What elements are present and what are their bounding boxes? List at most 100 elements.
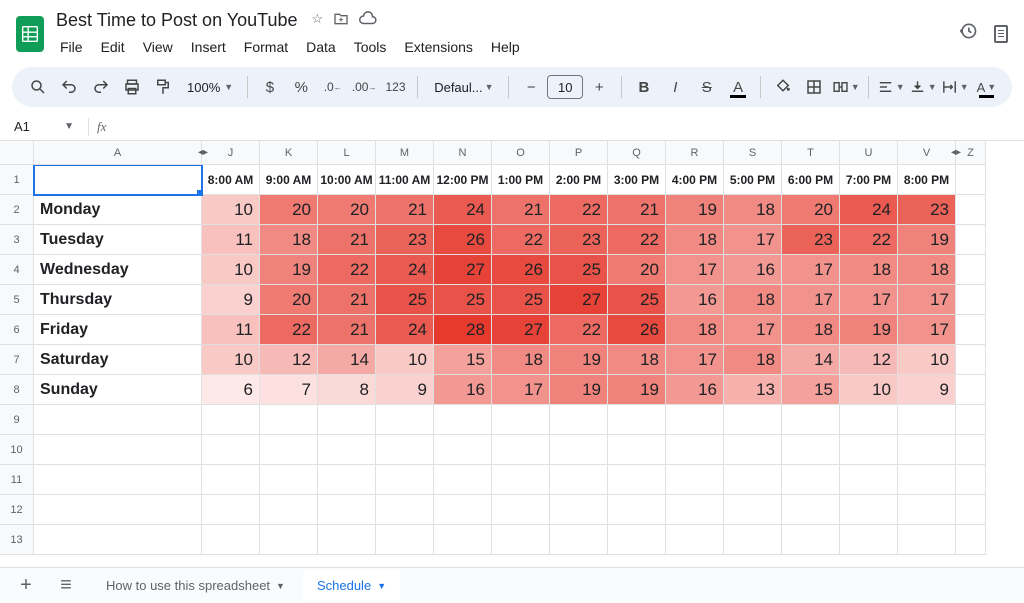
cell-R11[interactable]: [666, 465, 724, 495]
cell-L4[interactable]: 22: [318, 255, 376, 285]
cell-V3[interactable]: 19: [898, 225, 956, 255]
sheets-logo[interactable]: [16, 16, 44, 52]
cell-A7[interactable]: Saturday: [34, 345, 202, 375]
cell-Q4[interactable]: 20: [608, 255, 666, 285]
cell-M10[interactable]: [376, 435, 434, 465]
fill-color-button[interactable]: [769, 73, 796, 101]
cell-Q6[interactable]: 26: [608, 315, 666, 345]
cell-Q7[interactable]: 18: [608, 345, 666, 375]
cell-U9[interactable]: [840, 405, 898, 435]
cell-J4[interactable]: 10: [202, 255, 260, 285]
cell-Z12[interactable]: [956, 495, 986, 525]
cell-U7[interactable]: 12: [840, 345, 898, 375]
cell-J12[interactable]: [202, 495, 260, 525]
cell-S10[interactable]: [724, 435, 782, 465]
redo-button[interactable]: [87, 73, 114, 101]
cell-R10[interactable]: [666, 435, 724, 465]
cell-N8[interactable]: 16: [434, 375, 492, 405]
cell-Z7[interactable]: [956, 345, 986, 375]
cell-Q1[interactable]: 3:00 PM: [608, 165, 666, 195]
cell-K7[interactable]: 12: [260, 345, 318, 375]
cell-N6[interactable]: 28: [434, 315, 492, 345]
cell-Q10[interactable]: [608, 435, 666, 465]
cell-N12[interactable]: [434, 495, 492, 525]
chevron-down-icon[interactable]: ▼: [377, 581, 386, 591]
print-button[interactable]: [118, 73, 145, 101]
cell-K2[interactable]: 20: [260, 195, 318, 225]
cell-U5[interactable]: 17: [840, 285, 898, 315]
percent-button[interactable]: %: [288, 73, 315, 101]
cell-U2[interactable]: 24: [840, 195, 898, 225]
row-header-1[interactable]: 1: [0, 165, 34, 195]
cell-A3[interactable]: Tuesday: [34, 225, 202, 255]
row-header-11[interactable]: 11: [0, 465, 34, 495]
cloud-status-icon[interactable]: [359, 11, 377, 30]
cell-V12[interactable]: [898, 495, 956, 525]
cell-L12[interactable]: [318, 495, 376, 525]
cell-R8[interactable]: 16: [666, 375, 724, 405]
column-header-O[interactable]: O: [492, 141, 550, 165]
more-icon[interactable]: [994, 25, 1008, 43]
document-title[interactable]: Best Time to Post on YouTube: [52, 8, 302, 33]
menu-file[interactable]: File: [52, 35, 91, 59]
cell-O9[interactable]: [492, 405, 550, 435]
cell-T1[interactable]: 6:00 PM: [782, 165, 840, 195]
cell-K13[interactable]: [260, 525, 318, 555]
cell-L2[interactable]: 20: [318, 195, 376, 225]
column-header-S[interactable]: S: [724, 141, 782, 165]
menu-help[interactable]: Help: [483, 35, 528, 59]
increase-font-button[interactable]: +: [585, 73, 613, 101]
cell-J3[interactable]: 11: [202, 225, 260, 255]
cell-N11[interactable]: [434, 465, 492, 495]
cell-Q9[interactable]: [608, 405, 666, 435]
menu-format[interactable]: Format: [236, 35, 296, 59]
cell-T7[interactable]: 14: [782, 345, 840, 375]
cell-M1[interactable]: 11:00 AM: [376, 165, 434, 195]
more-formats-button[interactable]: 123: [382, 73, 409, 101]
cell-Q2[interactable]: 21: [608, 195, 666, 225]
cell-U13[interactable]: [840, 525, 898, 555]
cell-J13[interactable]: [202, 525, 260, 555]
cell-P12[interactable]: [550, 495, 608, 525]
column-header-J[interactable]: J◂▸: [202, 141, 260, 165]
cell-S9[interactable]: [724, 405, 782, 435]
cell-O5[interactable]: 25: [492, 285, 550, 315]
cell-N2[interactable]: 24: [434, 195, 492, 225]
column-header-R[interactable]: R: [666, 141, 724, 165]
cell-R12[interactable]: [666, 495, 724, 525]
column-header-M[interactable]: M: [376, 141, 434, 165]
cell-M7[interactable]: 10: [376, 345, 434, 375]
cell-R9[interactable]: [666, 405, 724, 435]
name-box[interactable]: A1▼: [8, 117, 80, 136]
cell-V8[interactable]: 9: [898, 375, 956, 405]
cell-L13[interactable]: [318, 525, 376, 555]
cell-J5[interactable]: 9: [202, 285, 260, 315]
cell-N9[interactable]: [434, 405, 492, 435]
paint-format-button[interactable]: [150, 73, 177, 101]
cell-J7[interactable]: 10: [202, 345, 260, 375]
cell-T3[interactable]: 23: [782, 225, 840, 255]
cell-K8[interactable]: 7: [260, 375, 318, 405]
cell-V2[interactable]: 23: [898, 195, 956, 225]
cell-N3[interactable]: 26: [434, 225, 492, 255]
cell-T10[interactable]: [782, 435, 840, 465]
column-header-U[interactable]: U: [840, 141, 898, 165]
cell-S11[interactable]: [724, 465, 782, 495]
cell-M5[interactable]: 25: [376, 285, 434, 315]
cell-N13[interactable]: [434, 525, 492, 555]
cell-U11[interactable]: [840, 465, 898, 495]
cell-L10[interactable]: [318, 435, 376, 465]
cell-V13[interactable]: [898, 525, 956, 555]
decrease-font-button[interactable]: −: [517, 73, 545, 101]
cell-K5[interactable]: 20: [260, 285, 318, 315]
cell-P10[interactable]: [550, 435, 608, 465]
cell-S4[interactable]: 16: [724, 255, 782, 285]
cell-L11[interactable]: [318, 465, 376, 495]
column-header-P[interactable]: P: [550, 141, 608, 165]
column-header-V[interactable]: V: [898, 141, 956, 165]
cell-A11[interactable]: [34, 465, 202, 495]
cell-K11[interactable]: [260, 465, 318, 495]
cell-P8[interactable]: 19: [550, 375, 608, 405]
cell-R2[interactable]: 19: [666, 195, 724, 225]
select-all-corner[interactable]: [0, 141, 34, 165]
